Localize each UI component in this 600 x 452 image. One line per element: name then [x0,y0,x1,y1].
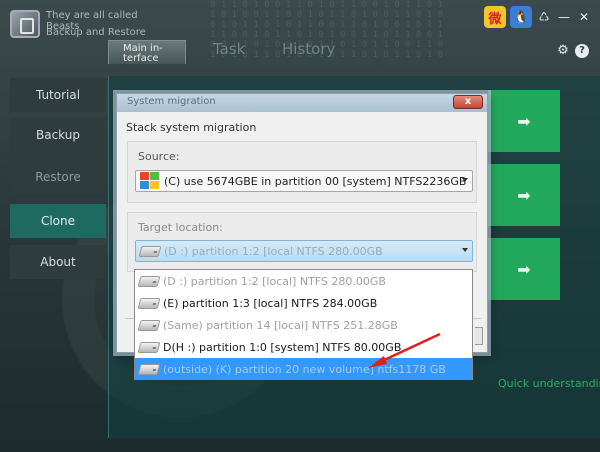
title-bar-icons: 微 🐧 ♺ — ✕ [484,6,592,28]
tab-task[interactable]: Task [213,40,245,58]
drive-icon [137,341,161,353]
source-select-value: (C) use 5674GBE in partition 00 [system]… [164,174,467,188]
dialog-button[interactable] [475,327,483,345]
target-select-value: (D :) partition 1:2 [local NTFS 280.00GB [164,244,383,258]
drive-icon [137,297,161,309]
clone-option-card-2[interactable]: ➡ [488,164,560,226]
tab-label: Main in- terface [123,43,163,64]
dialog-close-button[interactable]: x [453,95,483,109]
sidebar-item-restore[interactable]: Restore [10,160,106,194]
chevron-down-icon [462,248,468,252]
drive-icon [137,275,161,287]
clone-option-card-1[interactable]: ➡ [488,90,560,152]
dialog-titlebar[interactable]: System migration x [117,94,487,112]
dropdown-option[interactable]: (E) partition 1:3 [local] NTFS 284.00GB [135,292,472,314]
arrow-right-icon: ➡ [517,185,531,205]
app-subtitle: Backup and Restore [46,27,146,38]
arrow-right-icon: ➡ [517,111,531,131]
chevron-down-icon [462,178,468,182]
arrow-right-icon: ➡ [517,259,531,279]
shirt-skin-icon[interactable]: ♺ [536,10,552,24]
windows-logo-icon [140,172,160,190]
tab-main-interface[interactable]: Main in- terface [108,40,186,64]
source-select[interactable]: (C) use 5674GBE in partition 00 [system]… [135,170,473,192]
target-group: Target location: (D :) partition 1:2 [lo… [127,212,477,272]
app-logo-icon [10,10,40,38]
close-icon[interactable]: ✕ [576,10,592,24]
sidebar-item-tutorial[interactable]: Tutorial [10,78,106,112]
dialog-heading: Stack system migration [126,121,257,134]
drive-icon [138,245,162,257]
minimize-icon[interactable]: — [556,10,572,24]
app-window: 0 1 1 0 1 0 0 1 1 0 1 0 1 1 0 0 1 0 1 1 … [0,0,600,452]
binary-background-pattern: 0 1 1 0 1 0 0 1 1 0 1 0 1 1 0 0 1 0 1 1 … [210,0,443,60]
dialog-title: System migration [127,96,216,107]
source-label: Source: [138,150,180,163]
drive-icon [137,363,161,375]
weibo-icon[interactable]: 微 [484,6,506,28]
help-icon[interactable]: ? [575,44,589,58]
dropdown-option-label: (D :) partition 1:2 [local] NTFS 280.00G… [163,274,386,288]
tab-history[interactable]: History [282,40,335,58]
source-group: Source: (C) use 5674GBE in partition 00 … [127,141,477,203]
gear-icon[interactable]: ⚙ [556,44,570,58]
target-label: Target location: [138,221,223,234]
dropdown-option-label: (E) partition 1:3 [local] NTFS 284.00GB [163,296,378,310]
red-pointer-arrow-icon [368,332,441,368]
dropdown-option[interactable]: (D :) partition 1:2 [local] NTFS 280.00G… [135,270,472,292]
quick-understanding-link[interactable]: Quick understanding [498,377,600,390]
sidebar-item-about[interactable]: About [10,245,106,279]
drive-icon [137,319,161,331]
sidebar-item-clone[interactable]: Clone [10,204,106,238]
target-select[interactable]: (D :) partition 1:2 [local NTFS 280.00GB [135,240,473,262]
clone-option-card-3[interactable]: ➡ [488,238,560,300]
sidebar-item-backup[interactable]: Backup [10,118,106,152]
qq-penguin-icon[interactable]: 🐧 [510,6,532,28]
